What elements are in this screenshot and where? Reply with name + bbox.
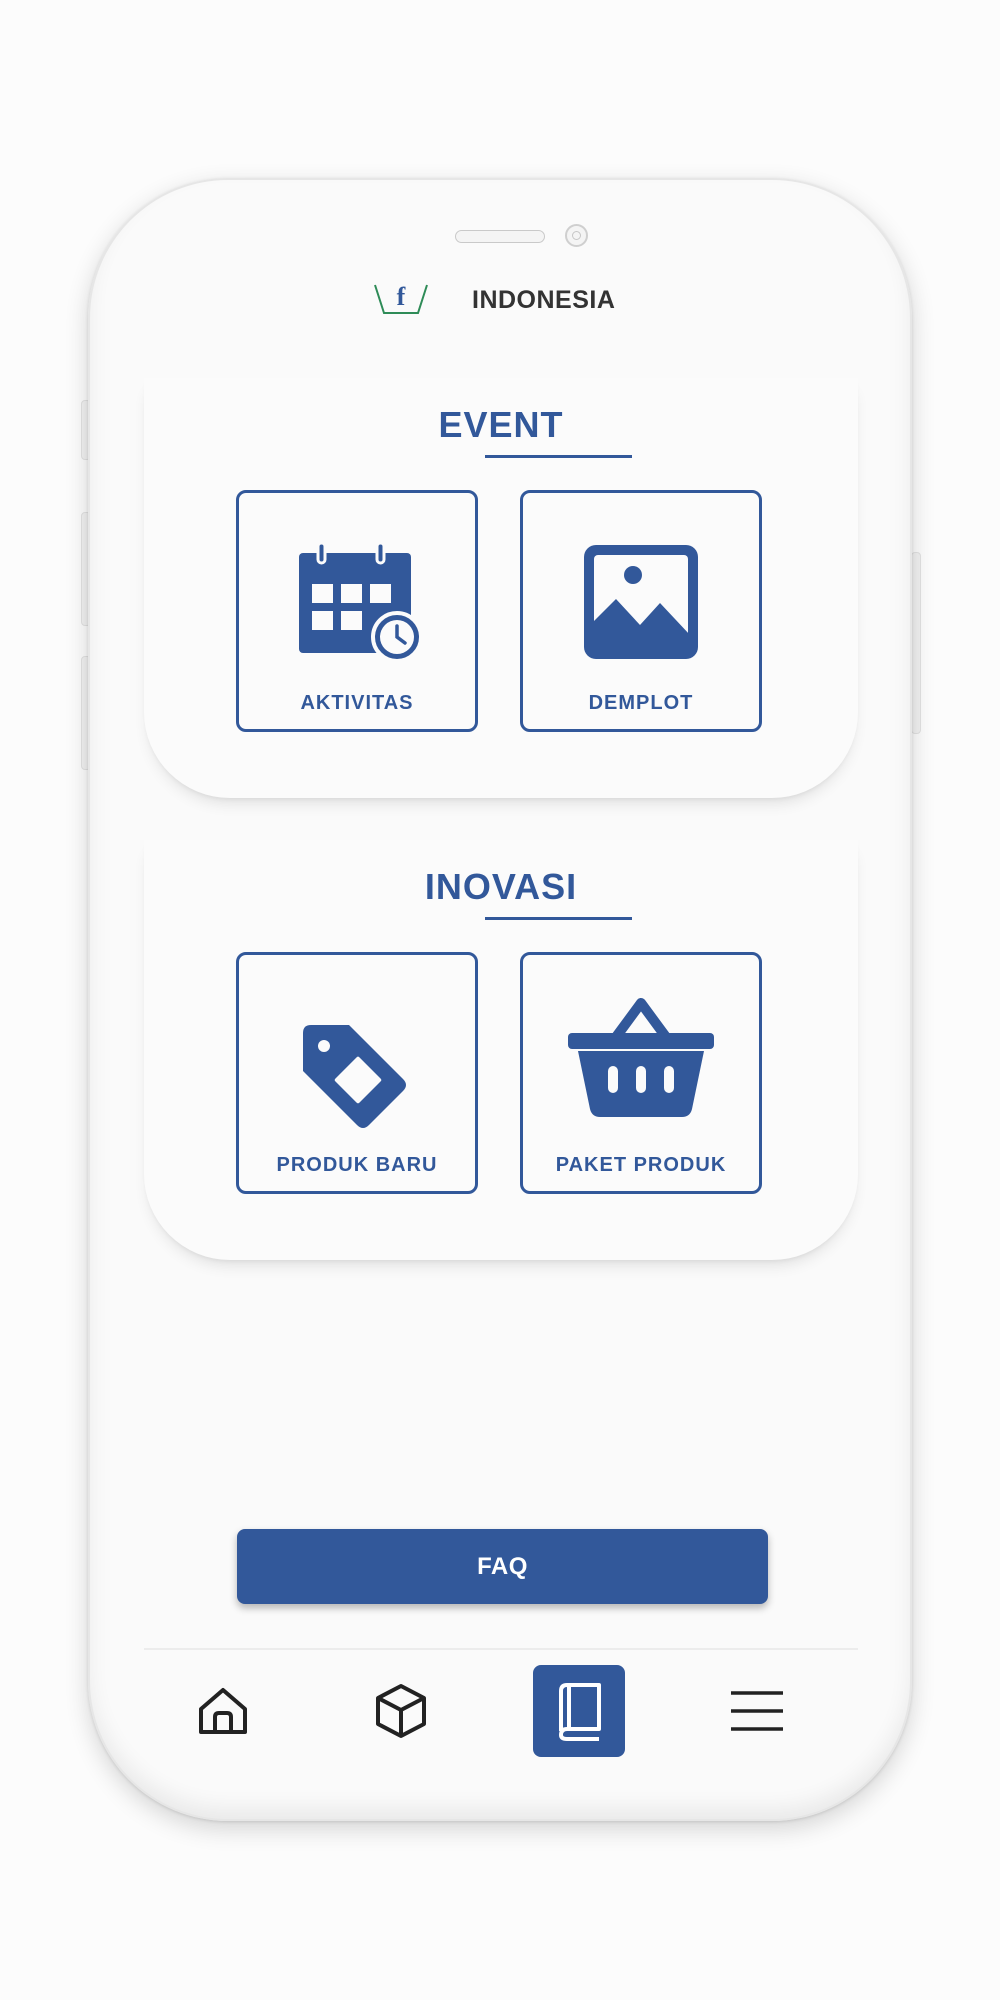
menu-icon	[731, 1691, 783, 1731]
tile-paket-produk[interactable]: PAKET PRODUK	[520, 952, 762, 1194]
nav-menu[interactable]	[711, 1665, 803, 1757]
nav-catalog[interactable]	[533, 1665, 625, 1757]
calendar-clock-icon	[299, 541, 423, 663]
phone-frame: f INDONESIA EVENT AKTIVITAS DEMPLOT INOV…	[88, 178, 912, 1821]
brand-logo: f	[374, 283, 428, 314]
tile-demplot[interactable]: DEMPLOT	[520, 490, 762, 732]
tile-label: PRODUK BARU	[276, 1154, 438, 1176]
tile-aktivitas[interactable]: AKTIVITAS	[236, 490, 478, 732]
bottom-nav	[144, 1648, 858, 1800]
section-title-event: EVENT	[438, 404, 564, 445]
book-icon	[559, 1683, 601, 1741]
image-icon	[584, 545, 698, 659]
tag-icon	[303, 1025, 406, 1128]
cube-icon	[376, 1684, 426, 1738]
tile-produk-baru[interactable]: PRODUK BARU	[236, 952, 478, 1194]
tile-label: DEMPLOT	[588, 692, 694, 714]
basket-icon	[568, 998, 714, 1117]
tile-label: AKTIVITAS	[300, 692, 414, 714]
phone-power-button	[911, 552, 921, 734]
event-section: EVENT AKTIVITAS DEMPLOT	[144, 378, 858, 798]
inovasi-section: INOVASI PRODUK BARU PAKET PRODUK	[144, 840, 858, 1260]
section-underline	[485, 917, 632, 920]
phone-camera	[565, 224, 588, 247]
section-title-inovasi: INOVASI	[424, 866, 578, 907]
nav-products[interactable]	[355, 1665, 447, 1757]
phone-speaker	[455, 230, 545, 243]
brand-name: INDONESIA	[472, 285, 616, 314]
home-icon	[199, 1688, 247, 1734]
section-underline	[485, 455, 632, 458]
app-header: f INDONESIA	[372, 280, 615, 320]
faq-button[interactable]: FAQ	[237, 1529, 768, 1604]
nav-home[interactable]	[177, 1665, 269, 1757]
tile-label: PAKET PRODUK	[555, 1154, 727, 1176]
brand-logo-letter: f	[397, 283, 406, 311]
